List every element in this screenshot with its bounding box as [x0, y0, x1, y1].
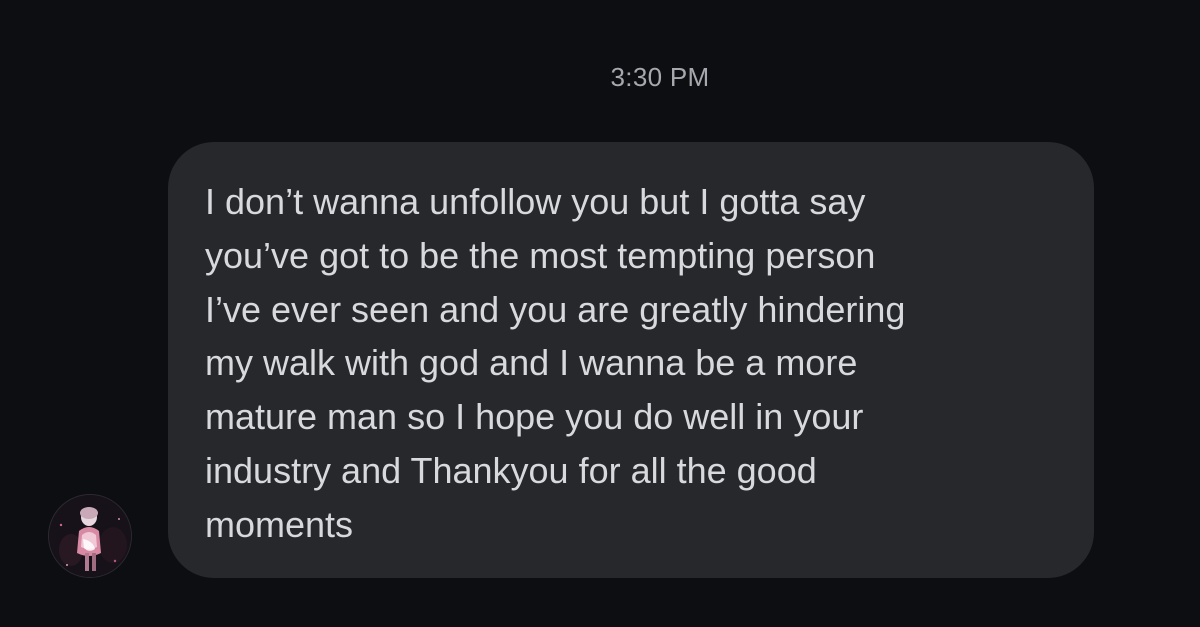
- chat-thread[interactable]: 3:30 PM I don’t wanna unfollow you but I…: [0, 0, 1200, 627]
- sender-avatar[interactable]: [48, 494, 132, 578]
- avatar-image: [49, 495, 131, 577]
- incoming-message-bubble[interactable]: I don’t wanna unfollow you but I gotta s…: [168, 142, 1094, 578]
- message-text: I don’t wanna unfollow you but I gotta s…: [205, 181, 906, 545]
- message-timestamp: 3:30 PM: [610, 62, 710, 92]
